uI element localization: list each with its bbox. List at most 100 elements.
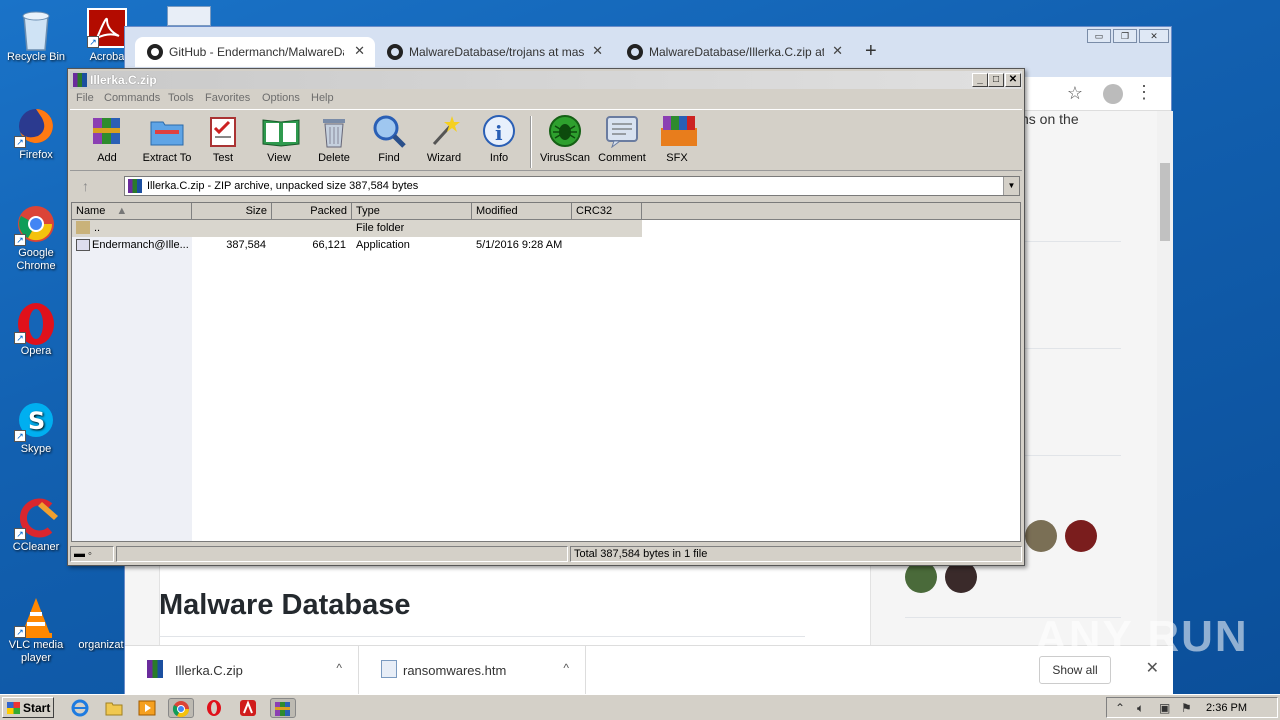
sfx-button[interactable]: SFX <box>649 114 705 164</box>
maximize-button[interactable]: □ <box>988 73 1004 87</box>
opera-taskbar-icon[interactable] <box>204 698 224 718</box>
close-tab-icon[interactable]: ✕ <box>354 43 365 59</box>
column-header-type[interactable]: Type <box>352 203 472 220</box>
test-clipboard-icon <box>205 114 241 148</box>
table-row[interactable]: Endermanch@Ille... 387,584 66,121 Applic… <box>72 237 642 254</box>
page-scrollbar[interactable] <box>1157 111 1173 645</box>
file-list[interactable]: Name ▲ Size Packed Type Modified CRC32 .… <box>71 202 1021 542</box>
menu-help[interactable]: Help <box>311 92 334 104</box>
up-arrow-icon[interactable]: ↑ <box>82 178 89 194</box>
new-tab-button[interactable]: + <box>865 40 877 63</box>
minimize-button[interactable]: ▭ <box>1087 29 1111 43</box>
info-button[interactable]: i Info <box>471 114 527 164</box>
parent-folder-icon <box>76 221 90 234</box>
avira-icon[interactable] <box>238 698 258 718</box>
network-icon[interactable]: ▣ <box>1159 701 1170 715</box>
desktop-icon-opera[interactable]: ↗ Opera <box>1 302 71 358</box>
media-player-icon[interactable] <box>137 698 157 718</box>
delete-button[interactable]: Delete <box>306 114 362 164</box>
tab-illerka[interactable]: MalwareDatabase/Illerka.C.zip at ma ✕ <box>615 37 853 67</box>
close-tab-icon[interactable]: ✕ <box>592 43 603 59</box>
winrar-window: Illerka.C.zip _ □ ✕ File Commands Tools … <box>67 68 1025 566</box>
archive-path-combobox[interactable]: Illerka.C.zip - ZIP archive, unpacked si… <box>124 176 1020 196</box>
contributor-avatar[interactable] <box>1025 520 1057 552</box>
document-icon <box>81 596 121 636</box>
find-button[interactable]: Find <box>361 114 417 164</box>
extract-folder-icon <box>149 114 185 148</box>
toolbar-separator <box>530 116 532 168</box>
svg-text:i: i <box>495 121 503 145</box>
name-column-highlight <box>72 220 192 541</box>
chevron-up-icon[interactable]: ^ <box>336 661 342 675</box>
menu-options[interactable]: Options <box>262 92 300 104</box>
show-hidden-icons-icon[interactable]: ⌃ <box>1115 701 1125 715</box>
profile-icon[interactable] <box>1103 84 1123 104</box>
desktop-icon-firefox[interactable]: ↗ Firefox <box>1 106 71 162</box>
scrollbar-thumb[interactable] <box>1160 163 1170 241</box>
comment-icon <box>604 114 640 149</box>
start-button[interactable]: Start <box>2 697 54 718</box>
github-icon <box>627 44 643 60</box>
desktop-icon-vlc[interactable]: ↗ VLC media player <box>1 596 71 665</box>
desktop-icon-skype[interactable]: S ↗ Skype <box>1 400 71 456</box>
winrar-archive-icon <box>147 660 163 678</box>
dropdown-arrow-icon[interactable]: ▼ <box>1003 177 1019 195</box>
chrome-taskbar-icon[interactable] <box>168 698 194 718</box>
tab-github-malwaredatabase[interactable]: GitHub - Endermanch/MalwareDatab ✕ <box>135 37 375 67</box>
maximize-button[interactable]: ❐ <box>1113 29 1137 43</box>
column-header-packed[interactable]: Packed <box>272 203 352 220</box>
menu-file[interactable]: File <box>76 92 94 104</box>
firefox-icon: ↗ <box>14 106 56 148</box>
desktop-icon-chrome[interactable]: ↗ Google Chrome <box>1 204 71 273</box>
wizard-button[interactable]: Wizard <box>416 114 472 164</box>
winrar-pathbar: ↑ Illerka.C.zip - ZIP archive, unpacked … <box>70 173 1022 199</box>
test-button[interactable]: Test <box>195 114 251 164</box>
info-icon: i <box>481 114 517 148</box>
table-row[interactable]: .. File folder <box>72 220 642 237</box>
desktop-icon-organizat[interactable]: organizat <box>72 596 130 652</box>
status-left-pane <box>116 546 568 562</box>
column-header-filler <box>642 203 1020 220</box>
explorer-folder-icon[interactable] <box>104 698 124 718</box>
chevron-up-icon[interactable]: ^ <box>563 661 569 675</box>
svg-text:S: S <box>28 407 45 435</box>
column-header-name[interactable]: Name ▲ <box>72 203 192 220</box>
close-window-button[interactable]: ✕ <box>1139 29 1169 43</box>
desktop-icon-recycle-bin[interactable]: Recycle Bin <box>1 8 71 64</box>
download-item-ransomwares[interactable]: ransomwares.htm ^ <box>359 646 586 694</box>
ie-icon[interactable] <box>70 698 90 718</box>
view-button[interactable]: View <box>251 114 307 164</box>
taskbar-clock[interactable]: 2:36 PM <box>1206 702 1247 714</box>
html-file-icon <box>381 660 397 678</box>
winrar-titlebar[interactable]: Illerka.C.zip _ □ ✕ <box>70 71 1022 89</box>
column-header-modified[interactable]: Modified <box>472 203 572 220</box>
winrar-taskbar-icon[interactable] <box>270 698 296 718</box>
close-window-button[interactable]: ✕ <box>1005 73 1021 87</box>
download-item-illerka[interactable]: Illerka.C.zip ^ <box>125 646 359 694</box>
desktop-icon-ccleaner[interactable]: ↗ CCleaner <box>1 498 71 554</box>
menu-tools[interactable]: Tools <box>168 92 194 104</box>
action-center-flag-icon[interactable]: ⚑ <box>1181 701 1192 715</box>
menu-commands[interactable]: Commands <box>104 92 160 104</box>
close-tab-icon[interactable]: ✕ <box>832 43 843 59</box>
volume-icon[interactable]: 🔈︎ <box>1137 701 1144 716</box>
menu-favorites[interactable]: Favorites <box>205 92 250 104</box>
virusscan-button[interactable]: VirusScan <box>535 114 595 164</box>
tab-trojans[interactable]: MalwareDatabase/trojans at master ✕ <box>375 37 613 67</box>
chrome-icon: ↗ <box>14 204 56 246</box>
comment-button[interactable]: Comment <box>594 114 650 164</box>
ccleaner-icon: ↗ <box>14 498 58 540</box>
add-button[interactable]: Add <box>79 114 135 164</box>
column-header-crc32[interactable]: CRC32 <box>572 203 642 220</box>
minimize-button[interactable]: _ <box>972 73 988 87</box>
skype-icon: S ↗ <box>14 400 56 442</box>
contributor-avatar[interactable] <box>1065 520 1097 552</box>
column-header-size[interactable]: Size <box>192 203 272 220</box>
extract-to-button[interactable]: Extract To <box>137 114 197 164</box>
bookmark-star-icon[interactable]: ☆ <box>1067 83 1083 104</box>
menu-dots-icon[interactable]: ⋮ <box>1135 82 1153 103</box>
system-tray: ⌃ 🔈︎ ▣ ⚑ 2:36 PM <box>1106 697 1278 718</box>
sort-ascending-icon: ▲ <box>116 205 128 217</box>
github-icon <box>387 44 403 60</box>
acrobat-icon: ↗ <box>87 8 127 48</box>
